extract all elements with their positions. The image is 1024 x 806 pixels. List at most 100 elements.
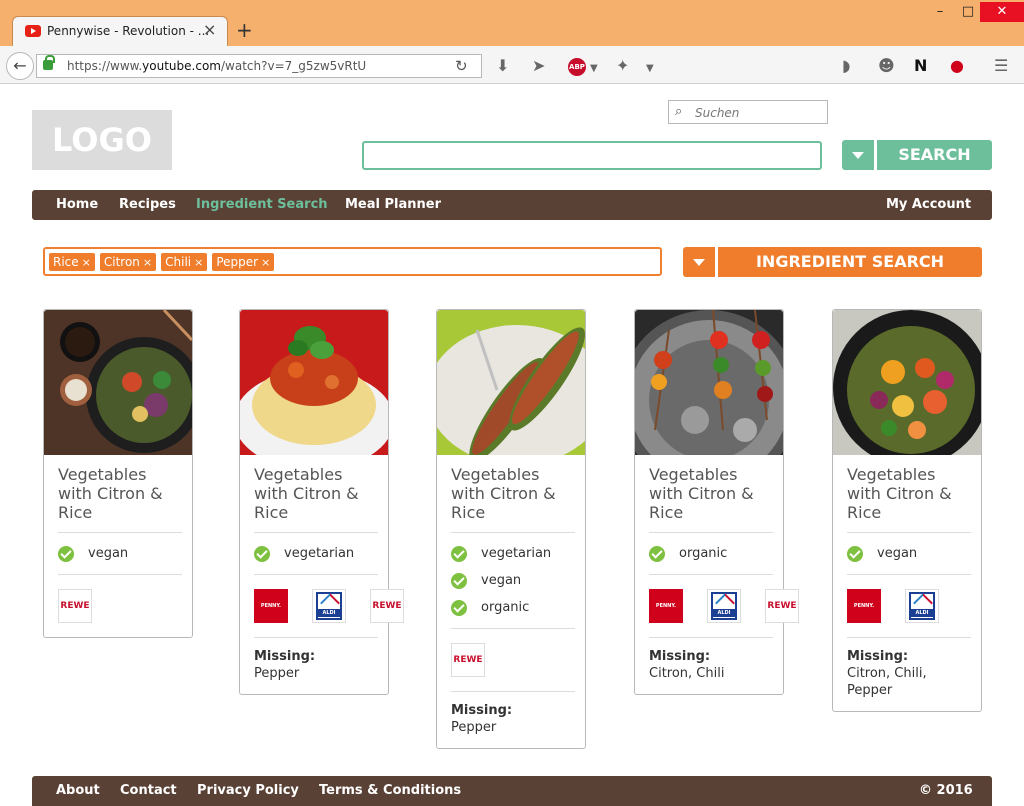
chat-icon[interactable]: ☻ [878, 56, 895, 76]
browser-toolbar: ← https://www.youtube.com/watch?v=7_g5zw… [0, 46, 1024, 124]
back-arrow-icon[interactable]: ← [6, 52, 34, 80]
address-bar[interactable]: https://www.youtube.com/watch?v=7_g5zw5v… [36, 54, 482, 78]
menu-icon[interactable]: ☰ [994, 56, 1008, 76]
site-footer: About Contact Privacy Policy Terms & Con… [32, 776, 992, 806]
footer-link-terms[interactable]: Terms & Conditions [319, 783, 461, 798]
ingredient-search-input[interactable]: Rice × Citron × Chili × Pepper × [43, 247, 662, 276]
recipe-photo[interactable] [240, 310, 388, 455]
extension-icon[interactable]: ✦ [616, 56, 629, 76]
remove-tag-icon[interactable]: × [82, 256, 91, 269]
url-text: https://www.youtube.com/watch?v=7_g5zw5v… [67, 59, 367, 73]
recipe-title[interactable]: Vegetables with Citron & Rice [451, 465, 575, 533]
tab-close-icon[interactable]: × [203, 21, 216, 39]
copyright: © 2016 [919, 783, 973, 798]
recipe-photo[interactable] [44, 310, 192, 455]
monster-icon[interactable]: ● [950, 56, 964, 76]
browser-titlebar: Pennywise - Revolution - ... × + – □ ✕ [0, 0, 1024, 47]
ingredient-tag[interactable]: Citron × [99, 253, 157, 271]
nav-item-home[interactable]: Home [56, 197, 98, 212]
remove-tag-icon[interactable]: × [143, 256, 152, 269]
footer-link-privacy-policy[interactable]: Privacy Policy [197, 783, 299, 798]
penny-logo: PENNY. [649, 589, 683, 623]
recipe-card[interactable]: Vegetables with Citron & Rice vegan REWE [43, 309, 193, 638]
browser-tab[interactable]: Pennywise - Revolution - ... × [12, 16, 228, 47]
notes-icon[interactable]: N [914, 56, 927, 76]
store-logos: PENNY. ALDI REWE [254, 575, 404, 638]
download-icon[interactable]: ⬇ [496, 56, 509, 76]
missing-list: Citron, Chili, Pepper [847, 666, 927, 698]
search-dropdown-button[interactable] [842, 140, 874, 170]
search-button[interactable]: SEARCH [877, 140, 992, 170]
send-icon[interactable]: ➤ [532, 56, 545, 76]
diet-label: organic [649, 540, 773, 567]
adblock-plus-icon[interactable]: ABP [568, 58, 586, 76]
penny-logo: PENNY. [847, 589, 881, 623]
recipe-photo[interactable] [833, 310, 981, 455]
recipe-title[interactable]: Vegetables with Citron & Rice [254, 465, 378, 533]
ingredient-dropdown-button[interactable] [683, 247, 715, 277]
ingredient-tag[interactable]: Chili × [161, 253, 208, 271]
site-logo[interactable]: LOGO [32, 110, 172, 170]
pocket-icon[interactable]: ◗ [842, 56, 850, 76]
recipe-title[interactable]: Vegetables with Citron & Rice [58, 465, 182, 533]
nav-item-ingredient-search[interactable]: Ingredient Search [196, 197, 328, 212]
diet-label: vegan [451, 567, 575, 594]
store-logos: REWE [451, 629, 575, 692]
check-icon [58, 545, 74, 562]
ingredient-search-button[interactable]: INGREDIENT SEARCH [718, 247, 982, 277]
search-icon: ⌕ [675, 104, 683, 119]
recipe-photo[interactable] [635, 310, 783, 455]
new-tab-button[interactable]: + [236, 20, 253, 40]
footer-link-about[interactable]: About [56, 783, 100, 798]
nav-item-meal-planner[interactable]: Meal Planner [345, 197, 441, 212]
diet-label: vegan [847, 540, 971, 567]
rewe-logo: REWE [370, 589, 404, 623]
recipe-card[interactable]: Vegetables with Citron & Rice vegetarian… [436, 309, 586, 749]
window-maximize-button[interactable]: □ [958, 2, 978, 22]
nav-item-recipes[interactable]: Recipes [119, 197, 176, 212]
diet-label: vegetarian [451, 540, 575, 567]
recipe-labels: vegan [847, 533, 971, 575]
ingredient-tag[interactable]: Pepper × [212, 253, 275, 271]
aldi-logo: ALDI [707, 589, 741, 623]
chevron-down-icon[interactable]: ▼ [646, 59, 654, 79]
missing-ingredients: Missing: Citron, Chili [649, 648, 773, 682]
reload-icon[interactable]: ↻ [455, 57, 468, 75]
recipe-labels: vegan [58, 533, 182, 575]
rewe-logo: REWE [451, 643, 485, 677]
window-minimize-button[interactable]: – [930, 2, 950, 22]
aldi-logo: ALDI [312, 589, 346, 623]
nav-item-my-account[interactable]: My Account [886, 197, 971, 212]
recipe-card[interactable]: Vegetables with Citron & Rice vegetarian… [239, 309, 404, 695]
check-icon [649, 545, 665, 562]
store-logos: REWE [58, 575, 182, 625]
check-icon [451, 599, 467, 616]
rewe-logo: REWE [765, 589, 799, 623]
recipe-card[interactable]: Vegetables with Citron & Rice organic PE… [634, 309, 799, 695]
browser-search-field[interactable]: ⌕ Suchen [668, 100, 828, 124]
penny-logo: PENNY. [254, 589, 288, 623]
recipe-card[interactable]: Vegetables with Citron & Rice vegan PENN… [832, 309, 982, 712]
window-close-button[interactable]: ✕ [980, 2, 1024, 22]
recipe-photo[interactable] [437, 310, 585, 455]
missing-list: Pepper [451, 720, 497, 735]
check-icon [254, 545, 270, 562]
recipe-title[interactable]: Vegetables with Citron & Rice [847, 465, 971, 533]
lock-icon [43, 55, 55, 70]
diet-label: organic [451, 594, 575, 621]
recipe-title[interactable]: Vegetables with Citron & Rice [649, 465, 773, 533]
footer-link-contact[interactable]: Contact [120, 783, 177, 798]
missing-list: Citron, Chili [649, 666, 725, 681]
remove-tag-icon[interactable]: × [194, 256, 203, 269]
check-icon [451, 572, 467, 589]
remove-tag-icon[interactable]: × [261, 256, 270, 269]
recipe-labels: organic [649, 533, 773, 575]
store-logos: PENNY. ALDI [847, 575, 971, 638]
ingredient-tag[interactable]: Rice × [49, 253, 95, 271]
missing-heading: Missing: [254, 649, 316, 664]
missing-ingredients: Missing: Pepper [451, 702, 575, 736]
site-search-input[interactable] [362, 141, 822, 170]
chevron-down-icon[interactable]: ▼ [590, 59, 598, 79]
recipe-labels: vegetarian [254, 533, 378, 575]
browser-search-placeholder: Suchen [695, 106, 740, 120]
